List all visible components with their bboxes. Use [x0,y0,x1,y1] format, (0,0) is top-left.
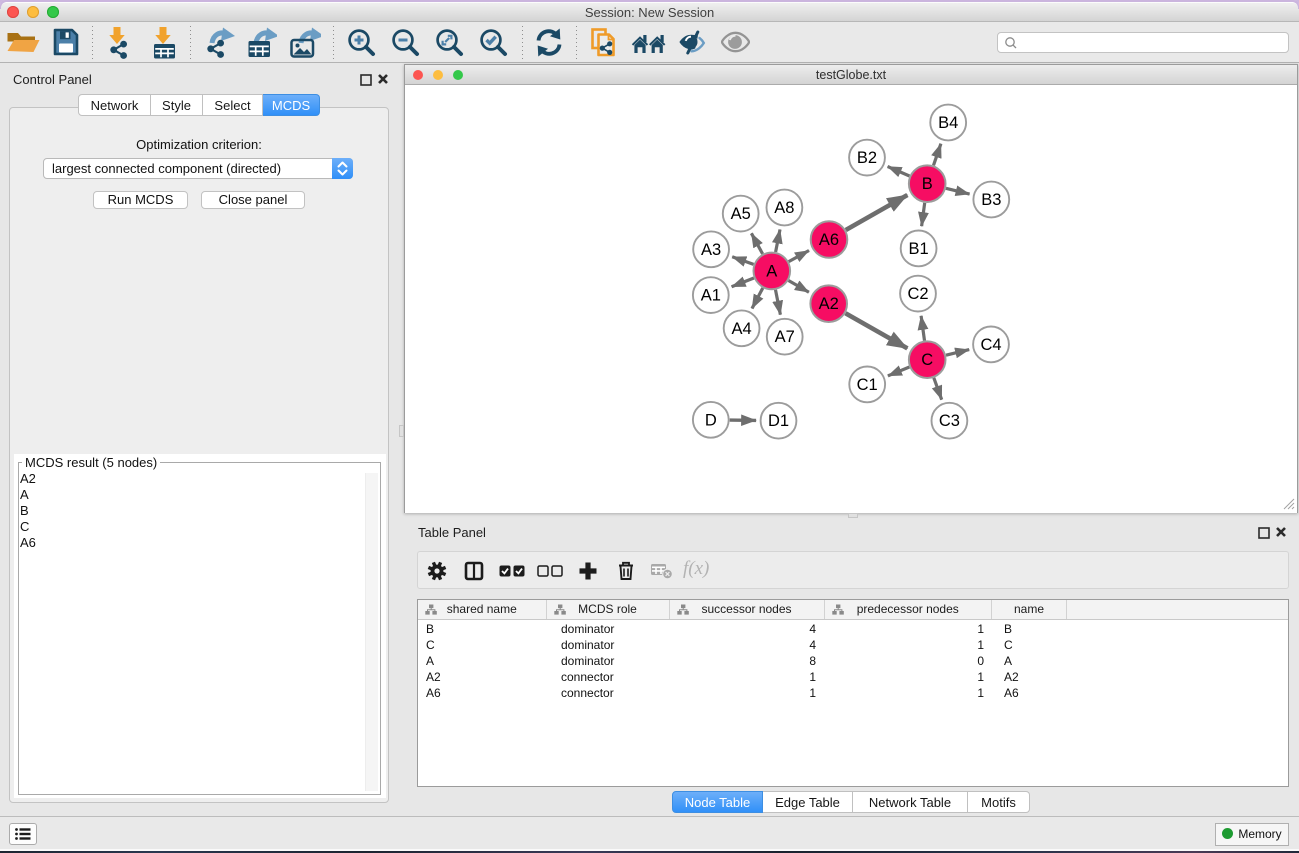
svg-text:A1: A1 [701,287,721,305]
svg-text:D: D [705,411,717,429]
svg-text:B4: B4 [938,114,958,132]
svg-text:C2: C2 [907,285,928,303]
svg-text:A8: A8 [774,199,794,217]
svg-text:B3: B3 [981,191,1001,209]
svg-text:B1: B1 [909,240,929,258]
svg-text:A5: A5 [731,205,751,223]
svg-text:A3: A3 [701,241,721,259]
svg-text:A7: A7 [775,328,795,346]
svg-text:D1: D1 [768,412,789,430]
svg-text:A6: A6 [819,231,839,249]
svg-text:C4: C4 [980,336,1001,354]
svg-text:A4: A4 [732,320,752,338]
svg-text:C1: C1 [857,376,878,394]
svg-text:A2: A2 [819,295,839,313]
svg-text:C3: C3 [939,412,960,430]
svg-text:C: C [921,351,933,369]
svg-text:A: A [766,262,777,280]
svg-text:B2: B2 [857,149,877,167]
svg-text:B: B [922,175,933,193]
